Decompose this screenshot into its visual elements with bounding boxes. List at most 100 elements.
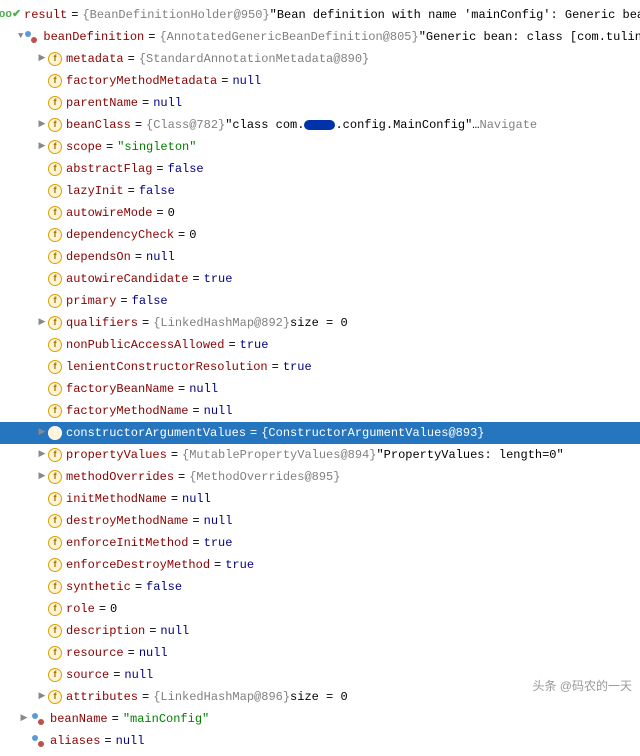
field-name: lazyInit <box>66 182 124 200</box>
navigate-link[interactable]: Navigate <box>480 116 538 134</box>
expand-arrow-icon[interactable]: ▶ <box>36 316 48 330</box>
field-icon: f <box>48 382 62 396</box>
field-value: = <box>192 512 199 530</box>
field-value: = <box>142 314 149 332</box>
field-name: attributes <box>66 688 138 706</box>
tree-row[interactable]: fenforceDestroyMethod = true <box>0 554 640 576</box>
expand-arrow-icon[interactable]: ▶ <box>36 140 48 154</box>
tree-row[interactable]: ▶fmethodOverrides = {MethodOverrides@895… <box>0 466 640 488</box>
field-value: "singleton" <box>117 138 196 156</box>
tree-row[interactable]: ▶fconstructorArgumentValues = {Construct… <box>0 422 640 444</box>
field-value: = <box>142 94 149 112</box>
tree-row[interactable]: flazyInit = false <box>0 180 640 202</box>
tree-row[interactable]: f initMethodName = null <box>0 488 640 510</box>
field-value: = <box>156 160 163 178</box>
field-value: true <box>204 270 233 288</box>
tree-row[interactable]: fresource = null <box>0 642 640 664</box>
tree-row[interactable]: fdescription = null <box>0 620 640 642</box>
expand-arrow-icon[interactable]: ▶ <box>36 426 48 440</box>
field-value: = <box>192 270 199 288</box>
field-value: = <box>171 490 178 508</box>
field-icon: f <box>48 404 62 418</box>
field-icon: f <box>48 96 62 110</box>
field-icon: f <box>48 536 62 550</box>
tree-row[interactable]: fsynthetic = false <box>0 576 640 598</box>
field-value: {Class@782} <box>146 116 225 134</box>
tree-row[interactable]: ▶fpropertyValues = {MutablePropertyValue… <box>0 444 640 466</box>
tree-row[interactable]: fparentName = null <box>0 92 640 114</box>
field-name: scope <box>66 138 102 156</box>
tree-row[interactable]: fnonPublicAccessAllowed = true <box>0 334 640 356</box>
field-icon: f <box>48 52 62 66</box>
field-name: enforceDestroyMethod <box>66 556 210 574</box>
field-value: = <box>112 710 119 728</box>
tree-row[interactable]: fabstractFlag = false <box>0 158 640 180</box>
tree-row[interactable]: ▶fbeanClass = {Class@782} "class com.xxx… <box>0 114 640 136</box>
expand-arrow-icon[interactable]: ▶ <box>36 470 48 484</box>
field-icon: f <box>48 580 62 594</box>
tree-row[interactable]: fdependencyCheck = 0 <box>0 224 640 246</box>
field-value: = <box>149 622 156 640</box>
field-icon: f <box>48 624 62 638</box>
tree-row[interactable]: ▶fqualifiers = {LinkedHashMap@892} size … <box>0 312 640 334</box>
tree-row[interactable]: ▼beanDefinition = {AnnotatedGenericBeanD… <box>0 26 640 48</box>
field-value: = <box>272 358 279 376</box>
field-icon: f <box>48 360 62 374</box>
tree-row[interactable]: oo✔result = {BeanDefinitionHolder@950} "… <box>0 4 640 26</box>
field-value: "Generic bean: class [com.tuling.conf <box>419 28 640 46</box>
field-value: null <box>182 490 211 508</box>
field-value: null <box>153 94 182 112</box>
tree-row[interactable]: ffactoryMethodMetadata = null <box>0 70 640 92</box>
field-name: initMethodName <box>66 490 167 508</box>
field-icon: f <box>48 206 62 220</box>
tree-row[interactable]: flenientConstructorResolution = true <box>0 356 640 378</box>
tree-row[interactable]: fdependsOn = null <box>0 246 640 268</box>
field-name: factoryMethodMetadata <box>66 72 217 90</box>
field-icon: f <box>48 514 62 528</box>
result-icon: oo✔ <box>0 7 20 23</box>
debug-variables-tree[interactable]: oo✔result = {BeanDefinitionHolder@950} "… <box>0 0 640 756</box>
field-value: 0 <box>189 226 196 244</box>
field-icon: f <box>48 470 62 484</box>
field-name: source <box>66 666 109 684</box>
field-value: = <box>171 446 178 464</box>
tree-row[interactable]: ▶fscope = "singleton" <box>0 136 640 158</box>
field-value: 0 <box>168 204 175 222</box>
field-icon: f <box>48 668 62 682</box>
field-value: {MutablePropertyValues@894} <box>182 446 376 464</box>
tree-row[interactable]: fprimary = false <box>0 290 640 312</box>
field-value: = <box>128 182 135 200</box>
field-value: = <box>192 402 199 420</box>
field-icon: f <box>48 140 62 154</box>
tree-row[interactable]: ffactoryBeanName = null <box>0 378 640 400</box>
expand-arrow-icon[interactable]: ▶ <box>36 118 48 132</box>
expand-arrow-icon[interactable]: ▶ <box>36 52 48 66</box>
field-value: 0 <box>110 600 117 618</box>
field-icon: f <box>48 492 62 506</box>
field-icon: f <box>48 448 62 462</box>
tree-row[interactable]: ▶fmetadata = {StandardAnnotationMetadata… <box>0 48 640 70</box>
field-name: dependencyCheck <box>66 226 174 244</box>
field-name: metadata <box>66 50 124 68</box>
field-value: {LinkedHashMap@892} <box>153 314 290 332</box>
field-icon: f <box>48 184 62 198</box>
tree-row[interactable]: frole = 0 <box>0 598 640 620</box>
tree-row[interactable]: fdestroyMethodName = null <box>0 510 640 532</box>
field-value: = <box>128 644 135 662</box>
expand-arrow-icon[interactable]: ▶ <box>36 690 48 704</box>
tree-row[interactable]: fautowireMode = 0 <box>0 202 640 224</box>
field-value: false <box>146 578 182 596</box>
tree-row[interactable]: ▶beanName = "mainConfig" <box>0 708 640 730</box>
tree-row[interactable]: fenforceInitMethod = true <box>0 532 640 554</box>
field-value: null <box>116 732 145 750</box>
expand-arrow-icon[interactable]: ▶ <box>18 712 30 726</box>
field-value: null <box>204 402 233 420</box>
field-icon: f <box>48 338 62 352</box>
field-value: {MethodOverrides@895} <box>189 468 340 486</box>
field-value: = <box>113 666 120 684</box>
tree-row[interactable]: ffactoryMethodName = null <box>0 400 640 422</box>
tree-row[interactable]: aliases = null <box>0 730 640 752</box>
expand-arrow-icon[interactable]: ▶ <box>36 448 48 462</box>
tree-row[interactable]: fautowireCandidate = true <box>0 268 640 290</box>
field-value: null <box>204 512 233 530</box>
